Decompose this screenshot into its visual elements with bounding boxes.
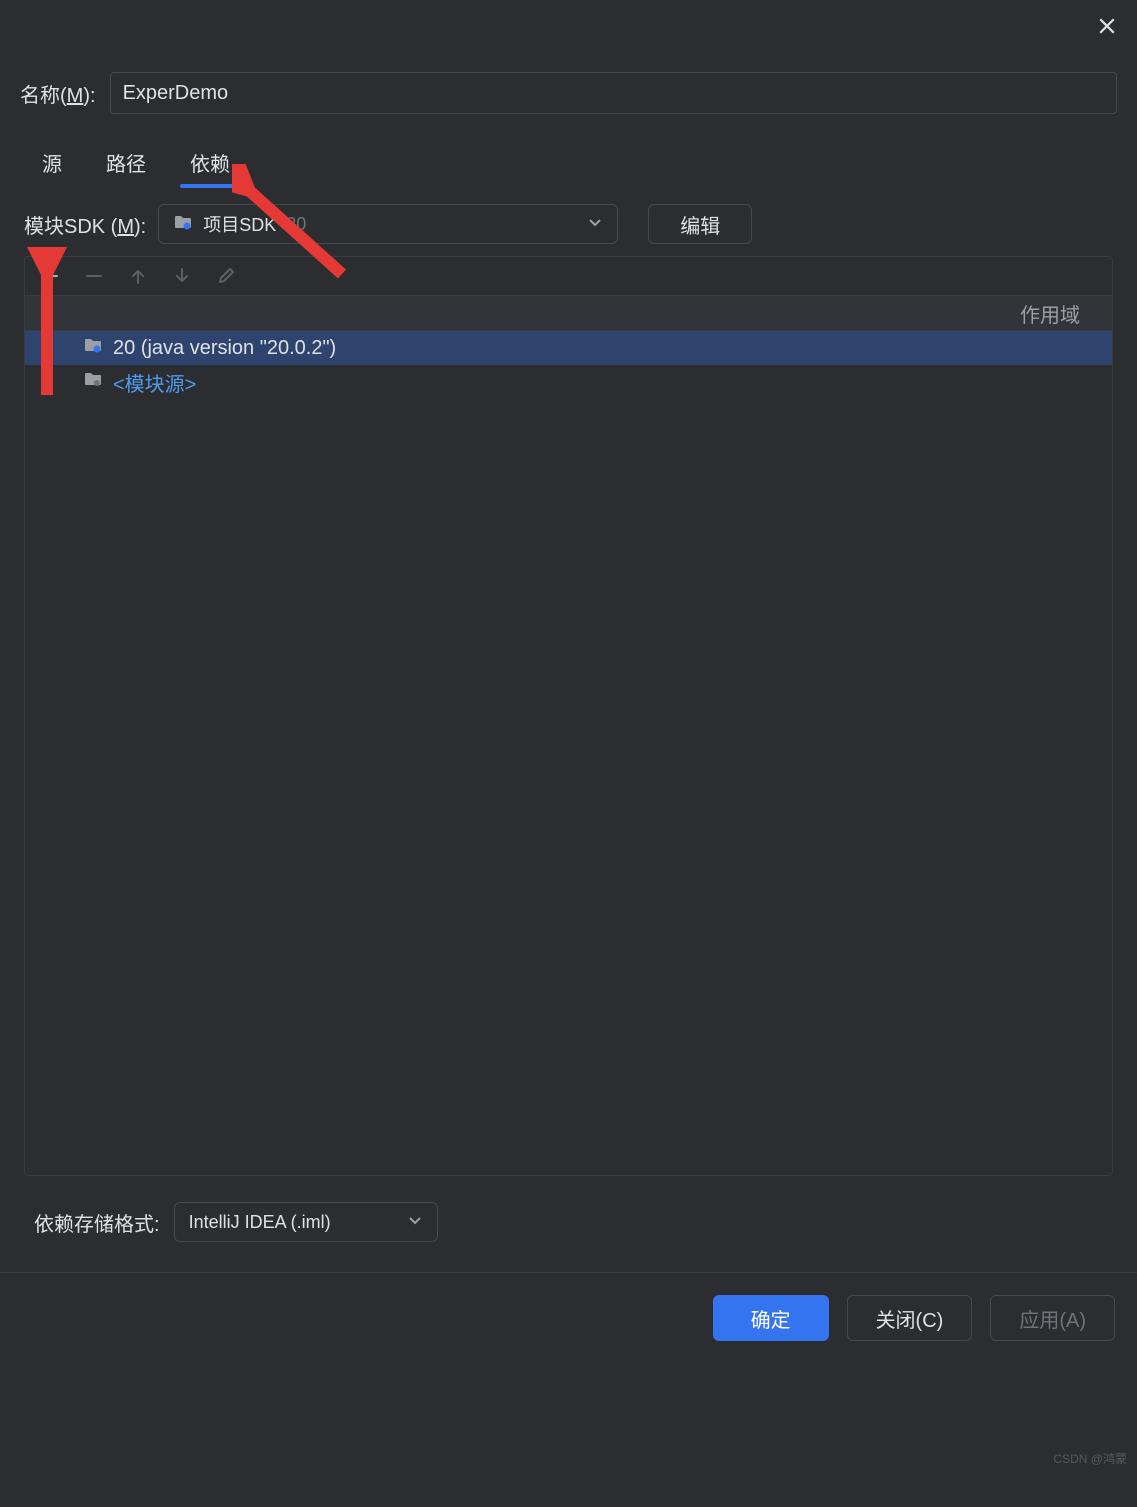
remove-button[interactable] — [83, 265, 105, 287]
scope-header: 作用域 — [1020, 299, 1112, 328]
tabs: 源 路径 依赖 — [20, 142, 1117, 188]
row-text: 20 (java version "20.0.2") — [113, 337, 336, 360]
apply-button[interactable]: 应用(A) — [990, 1295, 1115, 1341]
name-label: 名称(M): — [20, 79, 96, 108]
storage-format-label: 依赖存储格式: — [34, 1208, 160, 1237]
add-button[interactable] — [39, 265, 61, 287]
tab-dependencies[interactable]: 依赖 — [186, 142, 234, 187]
module-sdk-combo[interactable]: 项目SDK 20 — [158, 204, 618, 244]
sdk-text: 项目SDK — [203, 211, 276, 237]
move-down-button[interactable] — [171, 265, 193, 287]
close-button[interactable] — [1093, 12, 1121, 40]
storage-format-combo[interactable]: IntelliJ IDEA (.iml) — [174, 1202, 438, 1242]
chevron-down-icon — [587, 214, 603, 235]
edit-sdk-button[interactable]: 编辑 — [648, 204, 752, 244]
table-header: 作用域 — [25, 295, 1112, 331]
ok-button[interactable]: 确定 — [713, 1295, 829, 1341]
chevron-down-icon — [407, 1212, 423, 1233]
folder-icon — [83, 335, 103, 361]
tab-paths[interactable]: 路径 — [102, 142, 150, 187]
close-icon — [1098, 17, 1116, 35]
module-sdk-label: 模块SDK (M): — [24, 210, 146, 239]
table-row[interactable]: 20 (java version "20.0.2") — [25, 331, 1112, 365]
watermark: CSDN @鸿蒙 — [1053, 1450, 1127, 1467]
row-text: <模块源> — [113, 368, 196, 397]
tab-sources[interactable]: 源 — [38, 142, 66, 187]
folder-icon — [83, 369, 103, 395]
edit-button-icon[interactable] — [215, 265, 237, 287]
dependencies-panel: 作用域 20 (java version "20.0.2") <模块 — [24, 256, 1113, 1176]
storage-value: IntelliJ IDEA (.iml) — [189, 1212, 331, 1233]
move-up-button[interactable] — [127, 265, 149, 287]
folder-icon — [173, 212, 193, 237]
name-input[interactable] — [110, 72, 1117, 114]
dependencies-list[interactable]: 20 (java version "20.0.2") <模块源> — [25, 331, 1112, 1175]
close-footer-button[interactable]: 关闭(C) — [847, 1295, 973, 1341]
sdk-version: 20 — [286, 214, 306, 235]
table-row[interactable]: <模块源> — [25, 365, 1112, 399]
